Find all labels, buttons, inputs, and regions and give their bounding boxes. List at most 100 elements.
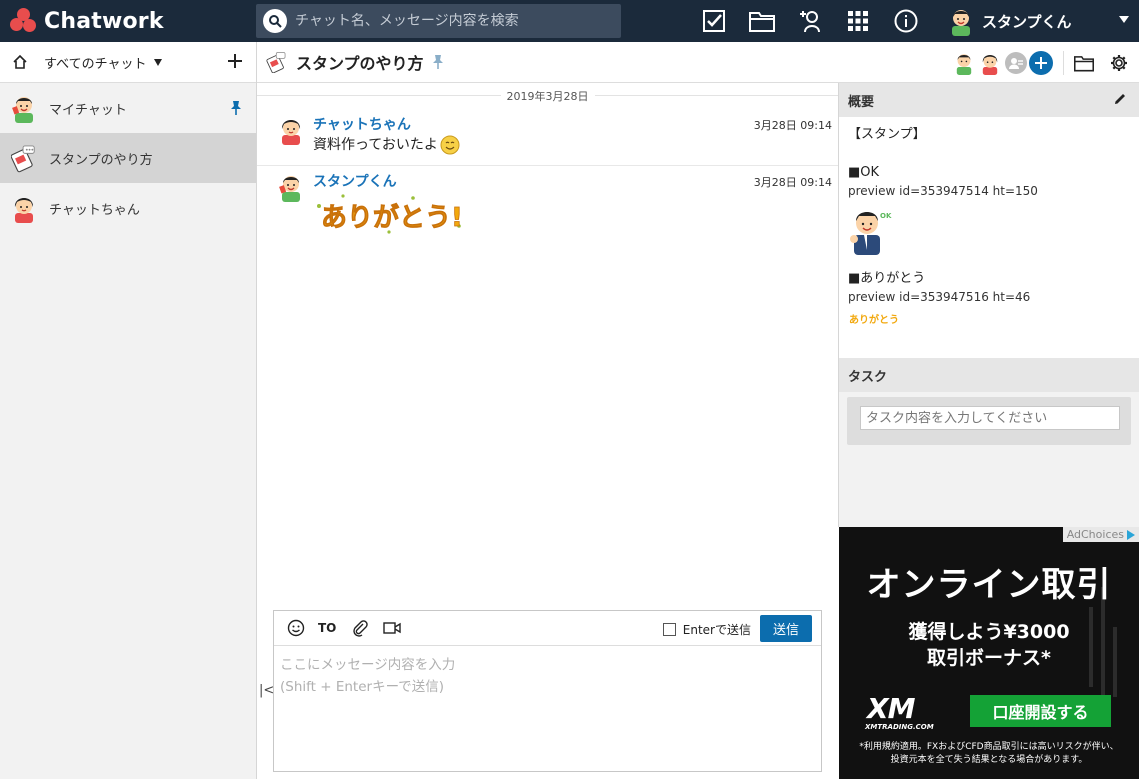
top-bar: Chatwork チャット名、メッセージ内容を検索 スタンプくん — [0, 0, 1139, 42]
header-actions — [953, 42, 1139, 83]
room-sidebar: すべてのチャット マイチャット スタンプのやり方 チャットちゃん — [0, 42, 257, 779]
user-menu[interactable]: スタンプくん — [948, 0, 1139, 42]
ad-subline: 取引ボーナス* — [927, 647, 1051, 669]
task-heading: タスク — [848, 369, 888, 385]
message-input[interactable] — [274, 647, 821, 771]
room-avatar — [14, 198, 34, 223]
arigatou-stamp: ありがとう! — [317, 194, 463, 234]
user-avatar — [952, 10, 970, 36]
advertisement[interactable]: AdChoices オンライン取引 獲得しよう¥3000 取引ボーナス* XM … — [839, 527, 1139, 779]
ad-choices-label: AdChoices — [1066, 528, 1124, 541]
composer-toolbar: TO Enterで送信 送信 — [274, 611, 821, 646]
member-list-icon[interactable] — [1005, 51, 1027, 74]
task-header: タスク — [839, 358, 1139, 392]
message-time: 3月28日 09:14 — [753, 176, 832, 189]
small-stamp-text: ありがとう! — [849, 313, 898, 326]
info-icon[interactable] — [892, 7, 920, 35]
message-item[interactable]: スタンプくん 3月28日 09:14 ありがとう! — [257, 166, 838, 246]
room-name: マイチャット — [49, 102, 127, 118]
sidebar-header: すべてのチャット — [0, 42, 256, 83]
message-body: 資料作っておいたよ — [313, 135, 838, 155]
member-avatar[interactable] — [953, 51, 975, 75]
caret-down-icon[interactable] — [154, 58, 163, 66]
room-item-chat-chan[interactable]: チャットちゃん — [0, 183, 256, 233]
room-item-my-chat[interactable]: マイチャット — [0, 83, 256, 133]
chat-filter-dropdown[interactable]: すべてのチャット — [44, 53, 146, 72]
message-timeline[interactable]: 2019年3月28日 チャットちゃん 3月28日 09:14 資料作っておいたよ — [257, 83, 838, 603]
edit-pencil-icon[interactable] — [1113, 92, 1127, 106]
ad-choices[interactable]: AdChoices — [1062, 527, 1139, 542]
task-input[interactable] — [860, 406, 1120, 430]
pin-icon[interactable] — [432, 54, 444, 70]
overview-line: preview id=353947514 ht=150 — [848, 184, 1038, 198]
room-avatar — [12, 97, 33, 123]
attach-file-icon[interactable] — [350, 618, 370, 638]
video-call-icon[interactable] — [382, 618, 402, 638]
room-item-stamp-howto[interactable]: スタンプのやり方 — [0, 133, 256, 183]
stamp-text: ありがとう! — [321, 202, 463, 233]
ad-note-line: 投資元本を全て失う結果となる場合があります。 — [890, 755, 1088, 765]
home-icon[interactable] — [12, 54, 28, 70]
overview-line: ■OK — [848, 165, 880, 180]
logo-mark-icon — [10, 7, 38, 35]
overview-line: preview id=353947516 ht=46 — [848, 290, 1031, 304]
sender-avatar[interactable] — [278, 115, 304, 145]
file-folder-icon[interactable] — [1074, 54, 1094, 72]
room-name: スタンプのやり方 — [49, 152, 153, 168]
room-icon — [266, 52, 286, 73]
chatwork-logo[interactable]: Chatwork — [0, 0, 256, 42]
message-item[interactable]: チャットちゃん 3月28日 09:14 資料作っておいたよ — [257, 109, 838, 166]
ad-subline: 獲得しよう¥3000 — [908, 621, 1070, 643]
plus-icon — [1035, 56, 1047, 69]
overview-heading: 概要 — [848, 94, 875, 110]
task-box — [847, 397, 1131, 445]
message-time: 3月28日 09:14 — [753, 119, 832, 132]
ad-choices-icon — [1127, 529, 1135, 540]
pin-icon[interactable] — [230, 100, 242, 116]
date-label: 2019年3月28日 — [500, 88, 595, 104]
room-avatar — [11, 145, 35, 173]
divider — [1063, 50, 1064, 75]
app-name: Chatwork — [44, 8, 164, 34]
smile-emoji-icon — [440, 135, 460, 155]
message-composer: TO Enterで送信 送信 — [273, 610, 822, 772]
ok-stamp-image: OK — [850, 212, 892, 255]
xm-logo-sub: XMTRADING.COM — [865, 723, 934, 731]
chevron-down-icon — [1119, 16, 1129, 23]
to-button[interactable]: TO — [318, 621, 336, 635]
search-icon — [263, 9, 287, 33]
user-name: スタンプくん — [982, 12, 1072, 31]
top-icon-group — [700, 0, 940, 42]
folder-icon[interactable] — [748, 7, 776, 35]
arigatou-small-stamp: ありがとう! — [849, 313, 904, 326]
message-text: 資料作っておいたよ — [313, 137, 438, 153]
ad-cta-button[interactable]: 口座開設する — [970, 695, 1111, 727]
room-info-panel: 概要 【スタンプ】 ■OK preview id=353947514 ht=15… — [838, 83, 1139, 527]
add-member-button[interactable] — [1029, 50, 1053, 75]
add-contact-icon[interactable] — [796, 7, 824, 35]
enter-send-label: Enterで送信 — [682, 623, 751, 637]
overview-header: 概要 — [839, 83, 1139, 117]
xm-logo: XM — [867, 692, 915, 725]
ad-note-line: *利用規約適用。FXおよびCFD商品取引には高いリスクが伴い、 — [859, 742, 1119, 752]
ad-disclaimer: *利用規約適用。FXおよびCFD商品取引には高いリスクが伴い、 投資元本を全て失… — [839, 741, 1139, 767]
apps-grid-icon[interactable] — [844, 7, 872, 35]
enter-send-checkbox[interactable] — [662, 623, 676, 636]
emoji-icon[interactable] — [286, 618, 306, 638]
search-box[interactable] — [256, 4, 621, 38]
member-avatar[interactable] — [979, 51, 1001, 75]
search-input[interactable] — [295, 13, 595, 29]
date-separator: 2019年3月28日 — [257, 83, 838, 109]
gear-icon[interactable] — [1110, 54, 1128, 72]
add-chat-icon[interactable] — [226, 52, 244, 70]
task-check-icon[interactable] — [700, 7, 728, 35]
room-title: スタンプのやり方 — [296, 54, 424, 73]
svg-text:OK: OK — [880, 212, 892, 220]
ad-headline: オンライン取引 — [866, 565, 1112, 605]
chat-header: スタンプのやり方 — [257, 42, 1139, 83]
sender-avatar[interactable] — [278, 172, 304, 202]
collapse-panel-icon[interactable]: |< — [259, 683, 274, 698]
enter-send-toggle[interactable]: Enterで送信 — [662, 621, 751, 638]
overview-line: 【スタンプ】 — [848, 127, 926, 142]
send-button[interactable]: 送信 — [760, 615, 812, 642]
